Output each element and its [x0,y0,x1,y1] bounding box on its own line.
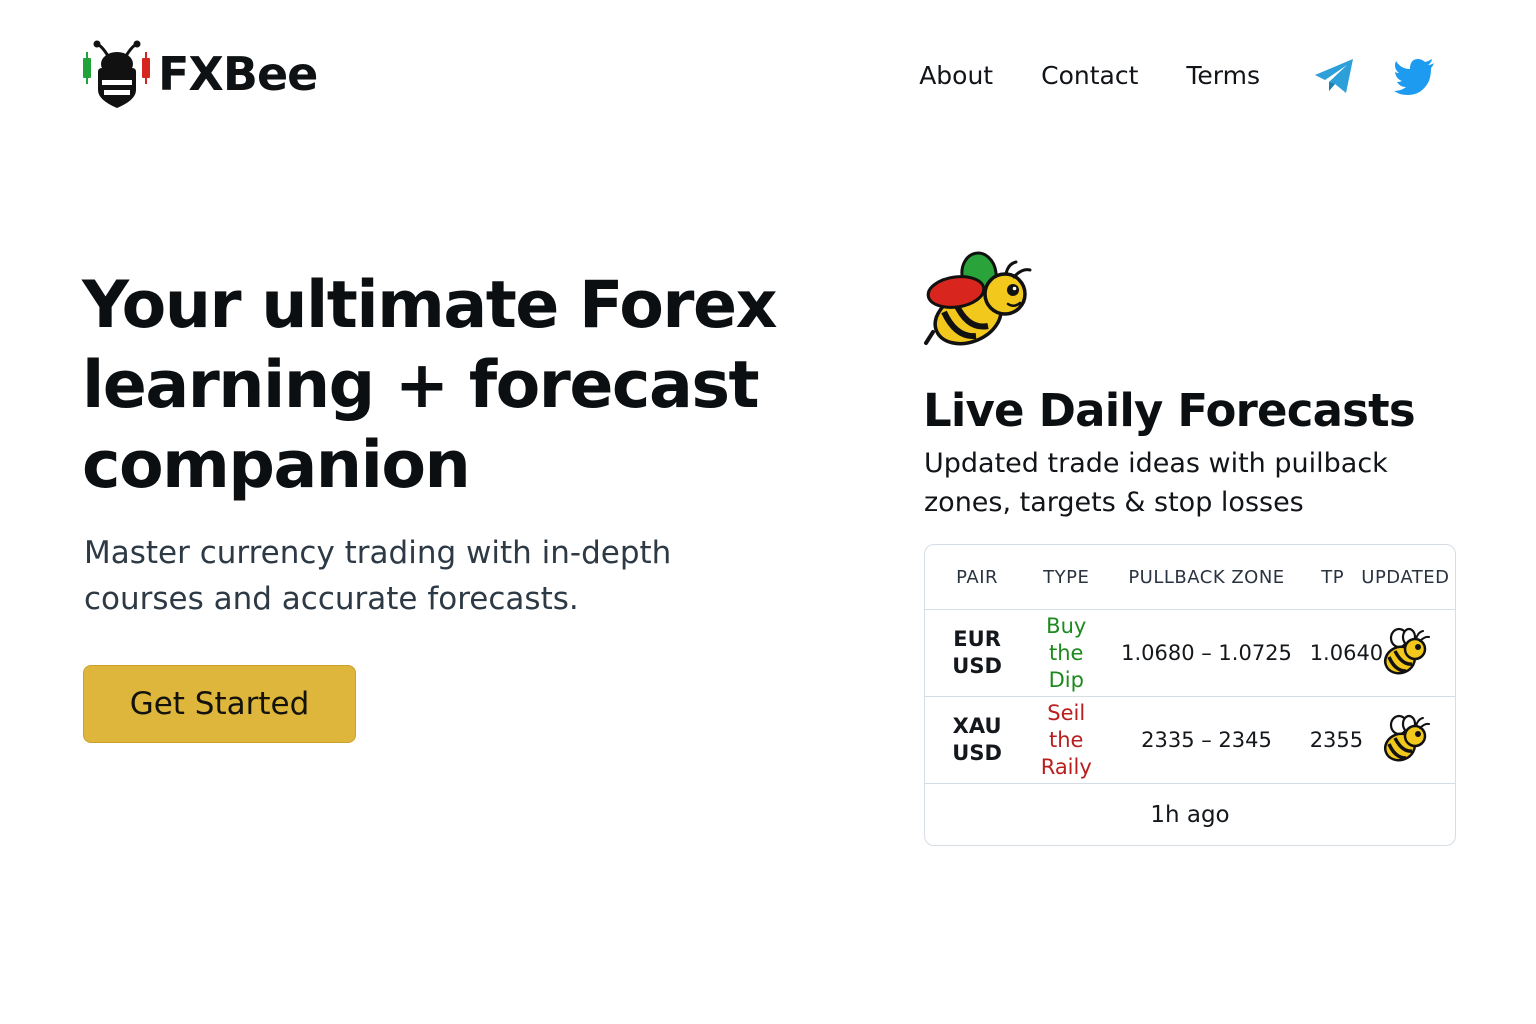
pullback-zone-cell: 1.0680 – 1.0725 [1103,609,1310,697]
table-header-row: PAIR TYPE PULLBACK ZONE TP UPDATED [925,545,1455,610]
pair-base: XAU [952,714,1002,738]
telegram-icon[interactable] [1312,56,1356,96]
forecast-title: Live Daily Forecasts [923,384,1416,437]
pair-quote: USD [952,741,1002,765]
pair-cell: EUR USD [925,609,1030,697]
pair-cell: XAU USD [925,696,1030,784]
forecast-table-card: PAIR TYPE PULLBACK ZONE TP UPDATED EUR U… [924,544,1456,846]
tp-cell: 2355 [1309,696,1363,784]
type-line-2: Dip [1048,667,1084,692]
nav-link-terms[interactable]: Terms [1186,56,1260,96]
bee-candlestick-logo-icon [83,40,150,108]
type-line-2: Raily [1040,754,1092,779]
bee-icon [1384,714,1431,762]
tp-cell: 1.0640 [1309,609,1383,697]
type-cell: Buy the Dip [1029,609,1104,697]
pullback-zone-cell: 2335 – 2345 [1103,696,1310,784]
type-cell: Seil the Raily [1029,696,1104,784]
type-line-1: Buy the [1046,613,1087,665]
forecast-subtitle: Updated trade ideas with puilback zones,… [924,448,1388,518]
bee-icon [1384,627,1431,675]
forecast-table: PAIR TYPE PULLBACK ZONE TP UPDATED EUR U… [925,545,1455,784]
table-row[interactable]: XAU USD Seil the Raily 2335 – 2345 2355 [925,696,1455,784]
brand-name: FXBee [158,47,318,101]
type-line-1: Seil the [1047,700,1086,752]
last-updated-text: 1h ago [1150,802,1230,828]
column-header-type: TYPE [1029,545,1104,610]
pair-quote: USD [952,654,1002,678]
nav-link-about[interactable]: About [919,56,993,96]
column-header-tp: TP [1309,545,1356,610]
twitter-icon[interactable] [1392,56,1436,96]
column-header-pair: PAIR [925,545,1030,610]
hero-subtitle: Master currency trading with in-depth co… [84,535,672,617]
pair-base: EUR [953,627,1001,651]
column-header-updated: UPDATED [1355,545,1455,610]
get-started-button[interactable]: Get Started [83,665,356,743]
nav-link-contact[interactable]: Contact [1041,56,1138,96]
brand-logo[interactable]: FXBee [80,38,318,110]
hero-title: Your ultimate Forex learning + forecast … [82,268,778,503]
table-row[interactable]: EUR USD Buy the Dip 1.0680 – 1.0725 1.06… [925,609,1455,697]
bee-mascot-icon [924,251,1032,346]
updated-cell [1355,696,1455,784]
column-header-pullback-zone: PULLBACK ZONE [1103,545,1310,610]
top-nav: About Contact Terms [919,56,1436,96]
